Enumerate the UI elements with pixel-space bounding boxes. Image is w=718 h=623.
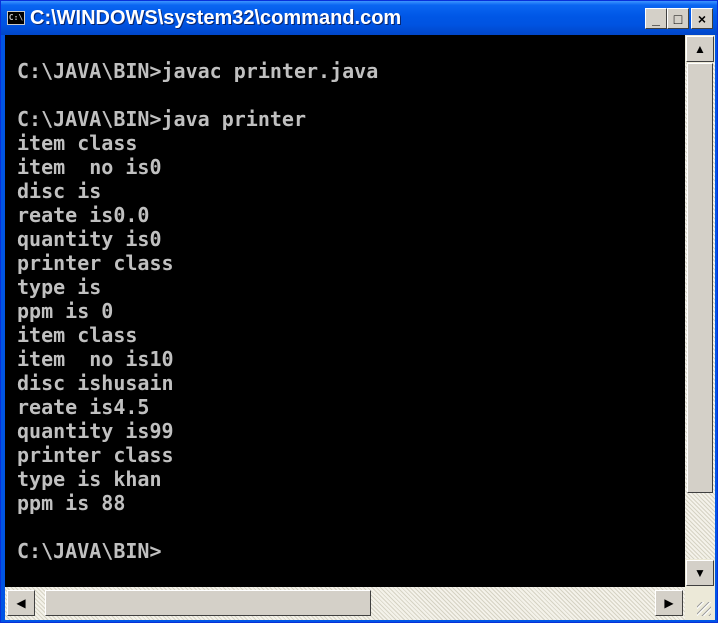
console-prompt-line: C:\JAVA\BIN> xyxy=(17,539,162,563)
console-line: C:\JAVA\BIN>java printer xyxy=(17,107,306,131)
scroll-right-arrow-icon[interactable]: ▶ xyxy=(655,590,683,616)
maximize-button[interactable]: □ xyxy=(667,8,689,29)
console-line: disc is xyxy=(17,179,102,203)
window-title: C:\WINDOWS\system32\command.com xyxy=(30,6,402,29)
console-line: ppm is 0 xyxy=(17,299,114,323)
resize-corner[interactable] xyxy=(685,587,715,620)
console-line: disc ishusain xyxy=(17,371,174,395)
console-line: quantity is0 xyxy=(17,227,162,251)
console-line: type is khan xyxy=(17,467,162,491)
scroll-up-arrow-icon[interactable]: ▲ xyxy=(686,36,714,62)
console-line: item no is10 xyxy=(17,347,174,371)
console-line: printer class xyxy=(17,251,174,275)
vertical-scroll-thumb[interactable] xyxy=(687,63,713,493)
console-line: quantity is99 xyxy=(17,419,174,443)
console-line: ppm is 88 xyxy=(17,491,126,515)
horizontal-scrollbar[interactable]: ◀ ▶ xyxy=(5,587,685,620)
horizontal-scroll-thumb[interactable] xyxy=(45,590,371,616)
ms-dos-icon[interactable]: C:\ xyxy=(7,11,25,25)
console-line: reate is4.5 xyxy=(17,395,150,419)
scroll-left-arrow-icon[interactable]: ◀ xyxy=(7,590,35,616)
console-line: item class xyxy=(17,323,138,347)
console-line: item no is0 xyxy=(17,155,162,179)
console-window: C:\ C:\WINDOWS\system32\command.com _ □ … xyxy=(0,0,718,623)
vertical-scrollbar[interactable]: ▲ ▼ xyxy=(685,35,715,587)
console-line: item class xyxy=(17,131,138,155)
console-line: printer class xyxy=(17,443,174,467)
console-line: type is xyxy=(17,275,102,299)
console-line: reate is0.0 xyxy=(17,203,150,227)
window-controls: _ □ × xyxy=(645,8,713,29)
close-button[interactable]: × xyxy=(691,8,713,29)
minimize-button[interactable]: _ xyxy=(645,8,667,29)
console-output[interactable]: C:\JAVA\BIN>javac printer.java C:\JAVA\B… xyxy=(5,35,685,587)
title-bar[interactable]: C:\ C:\WINDOWS\system32\command.com _ □ … xyxy=(1,1,717,35)
resize-grip-icon[interactable] xyxy=(697,602,711,616)
console-line: C:\JAVA\BIN>javac printer.java xyxy=(17,59,379,83)
scroll-down-arrow-icon[interactable]: ▼ xyxy=(686,560,714,586)
